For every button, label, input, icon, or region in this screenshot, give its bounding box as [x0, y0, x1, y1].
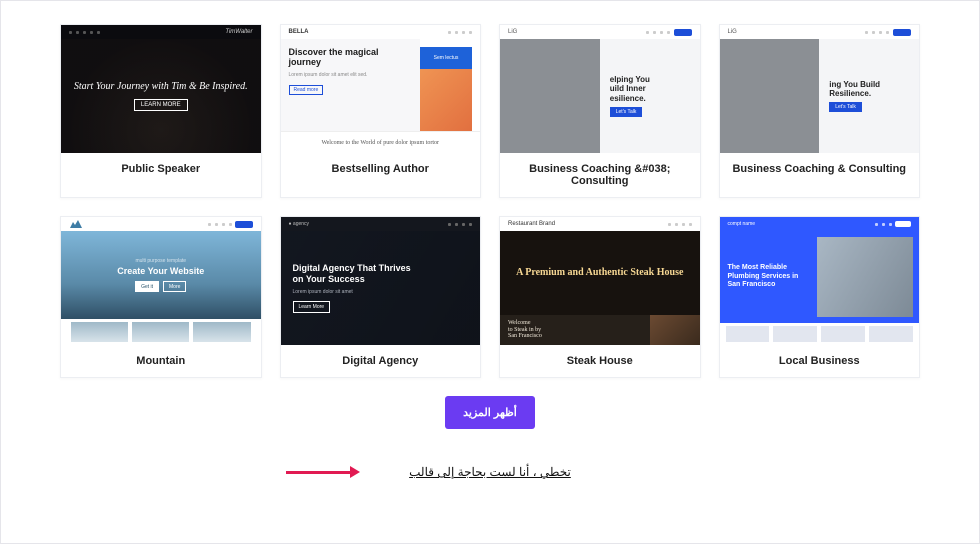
preview-cta: Let's Talk	[829, 102, 862, 112]
preview-brand: Restaurant Brand	[508, 221, 555, 227]
preview-cta: Let's Talk	[610, 107, 643, 117]
template-preview: LiG ing You Build Resilience. Let's Talk	[720, 25, 920, 153]
show-more-button[interactable]: أظهر المزيد	[445, 396, 535, 429]
preview-hero: multi purpose template Create Your Websi…	[61, 231, 261, 319]
preview-nav: compt name	[720, 217, 920, 231]
template-preview: compt name The Most Reliable Plumbing Se…	[720, 217, 920, 345]
template-card-business-coaching-2[interactable]: LiG ing You Build Resilience. Let's Talk…	[719, 24, 921, 198]
template-preview: ● agency Digital Agency That Thrives on …	[281, 217, 481, 345]
template-card-business-coaching-1[interactable]: LiG elping You uild Inner esilience. Let…	[499, 24, 701, 198]
preview-headline: Digital Agency That Thrives on Your Succ…	[293, 263, 423, 285]
skip-link[interactable]: تخطي ، أنا لست بحاجة إلى قالب	[409, 465, 571, 479]
preview-headline: A Premium and Authentic Steak House	[516, 267, 683, 280]
mountain-logo-icon	[69, 220, 83, 228]
preview-hero: The Most Reliable Plumbing Services in S…	[720, 231, 920, 323]
template-picker: TimWalter Start Your Journey with Tim & …	[0, 0, 980, 544]
preview-image	[817, 237, 913, 317]
template-preview: LiG elping You uild Inner esilience. Let…	[500, 25, 700, 153]
preview-nav: LiG	[720, 25, 920, 39]
preview-cta: Read more	[289, 85, 324, 95]
template-label: Business Coaching & Consulting	[720, 153, 920, 185]
missing-image-icon	[500, 39, 600, 153]
preview-nav: LiG	[500, 25, 700, 39]
template-card-mountain[interactable]: multi purpose template Create Your Websi…	[60, 216, 262, 378]
preview-nav: TimWalter	[61, 25, 261, 39]
preview-footer: Welcome to the World of pure dolor ipsum…	[281, 131, 481, 153]
actions-row: أظهر المزيد	[60, 396, 920, 429]
preview-subtitle: multi purpose template	[135, 258, 186, 264]
template-label: Business Coaching &#038; Consulting	[500, 153, 700, 197]
preview-book-tag: Sem lectus	[420, 47, 472, 69]
template-label: Local Business	[720, 345, 920, 377]
preview-headline: Start Your Journey with Tim & Be Inspire…	[74, 81, 248, 94]
template-preview: TimWalter Start Your Journey with Tim & …	[61, 25, 261, 153]
preview-cta: Learn More	[293, 301, 331, 313]
preview-hero: A Premium and Authentic Steak House Welc…	[500, 231, 700, 345]
template-preview: multi purpose template Create Your Websi…	[61, 217, 261, 345]
preview-hero: Digital Agency That Thrives on Your Succ…	[281, 231, 481, 345]
preview-cta: LEARN MORE	[134, 99, 188, 111]
preview-hero: ing You Build Resilience. Let's Talk	[720, 39, 920, 153]
preview-nav: BELLA	[281, 25, 481, 39]
template-label: Steak House	[500, 345, 700, 377]
preview-headline: The Most Reliable Plumbing Services in S…	[728, 264, 810, 289]
preview-headline: ing You Build Resilience.	[829, 80, 880, 98]
template-preview: Restaurant Brand A Premium and Authentic…	[500, 217, 700, 345]
preview-logo: TimWalter	[225, 29, 252, 35]
template-card-public-speaker[interactable]: TimWalter Start Your Journey with Tim & …	[60, 24, 262, 198]
template-card-local-business[interactable]: compt name The Most Reliable Plumbing Se…	[719, 216, 921, 378]
preview-subtitle: Welcome to Steak in bySan Francisco	[500, 315, 650, 345]
preview-hero: elping You uild Inner esilience. Let's T…	[500, 39, 700, 153]
preview-nav	[61, 217, 261, 231]
annotation-arrow-icon	[286, 466, 360, 478]
template-grid: TimWalter Start Your Journey with Tim & …	[60, 24, 920, 378]
preview-image	[650, 315, 700, 345]
template-card-steak-house[interactable]: Restaurant Brand A Premium and Authentic…	[499, 216, 701, 378]
preview-brand: compt name	[728, 221, 756, 227]
preview-cta-group: Get itMore	[135, 281, 186, 292]
template-card-digital-agency[interactable]: ● agency Digital Agency That Thrives on …	[280, 216, 482, 378]
template-card-bestselling-author[interactable]: BELLA Discover the magical journey Lorem…	[280, 24, 482, 198]
template-label: Digital Agency	[281, 345, 481, 377]
skip-row: تخطي ، أنا لست بحاجة إلى قالب	[60, 463, 920, 481]
preview-nav: ● agency	[281, 217, 481, 231]
preview-headline: Discover the magical journey	[289, 47, 413, 68]
preview-nav: Restaurant Brand	[500, 217, 700, 231]
template-label: Mountain	[61, 345, 261, 377]
template-label: Public Speaker	[61, 153, 261, 185]
preview-headline: Create Your Website	[117, 266, 204, 276]
missing-image-icon	[720, 39, 820, 153]
template-preview: BELLA Discover the magical journey Lorem…	[281, 25, 481, 153]
preview-image-row	[61, 319, 261, 345]
template-label: Bestselling Author	[281, 153, 481, 185]
preview-image-row	[720, 323, 920, 345]
preview-headline: elping You uild Inner esilience.	[610, 75, 650, 103]
preview-hero: Start Your Journey with Tim & Be Inspire…	[61, 39, 261, 153]
